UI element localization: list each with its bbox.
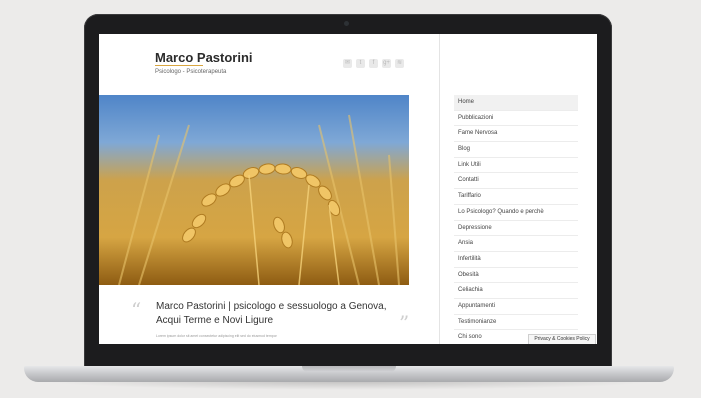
sidebar-divider <box>439 34 440 344</box>
site-subtitle: Psicologo - Psicoterapeuta <box>155 69 227 75</box>
sidebar-nav: Home Pubblicazioni Fame Nervosa Blog Lin… <box>454 95 578 344</box>
browser-screen: Marco Pastorini Psicologo - Psicoterapeu… <box>99 34 597 344</box>
nav-item-infertilita[interactable]: Infertilità <box>454 252 578 268</box>
nav-item-ansia[interactable]: Ansia <box>454 236 578 252</box>
camera-icon <box>344 21 349 26</box>
wheat-field-image <box>99 95 409 285</box>
nav-item-testimonianze[interactable]: Testimonianze <box>454 315 578 331</box>
post-headline[interactable]: Marco Pastorini | psicologo e sessuologo… <box>156 300 396 328</box>
title-underline <box>155 65 203 66</box>
nav-item-blog[interactable]: Blog <box>454 142 578 158</box>
site-title[interactable]: Marco Pastorini <box>155 50 253 65</box>
nav-item-contatti[interactable]: Contatti <box>454 173 578 190</box>
nav-item-obesita[interactable]: Obesità <box>454 268 578 284</box>
nav-item-depressione[interactable]: Depressione <box>454 221 578 237</box>
nav-item-link-utili[interactable]: Link Utili <box>454 158 578 174</box>
nav-item-celiachia[interactable]: Celiachia <box>454 283 578 299</box>
laptop-base-notch <box>302 366 396 372</box>
nav-item-fame-nervosa[interactable]: Fame Nervosa <box>454 126 578 143</box>
hero-wheat-image <box>99 95 409 285</box>
nav-item-tariffario[interactable]: Tariffario <box>454 189 578 205</box>
google-plus-icon[interactable]: g+ <box>382 59 391 68</box>
nav-item-pubblicazioni[interactable]: Pubblicazioni <box>454 111 578 127</box>
nav-item-appuntamenti[interactable]: Appuntamenti <box>454 299 578 315</box>
email-icon[interactable]: ✉ <box>343 59 352 68</box>
social-icons: ✉ t f g+ ≋ <box>343 59 404 68</box>
post-excerpt: Lorem ipsum dolor sit amet consectetur a… <box>156 334 277 338</box>
facebook-icon[interactable]: f <box>369 59 378 68</box>
nav-item-home[interactable]: Home <box>454 95 578 111</box>
privacy-cookies-button[interactable]: Privacy & Cookies Policy <box>528 334 596 344</box>
twitter-icon[interactable]: t <box>356 59 365 68</box>
quote-open-icon: “ <box>131 298 142 322</box>
rss-icon[interactable]: ≋ <box>395 59 404 68</box>
quote-close-icon: ” <box>399 311 410 335</box>
nav-item-lo-psicologo[interactable]: Lo Psicologo? Quando e perchè <box>454 205 578 221</box>
